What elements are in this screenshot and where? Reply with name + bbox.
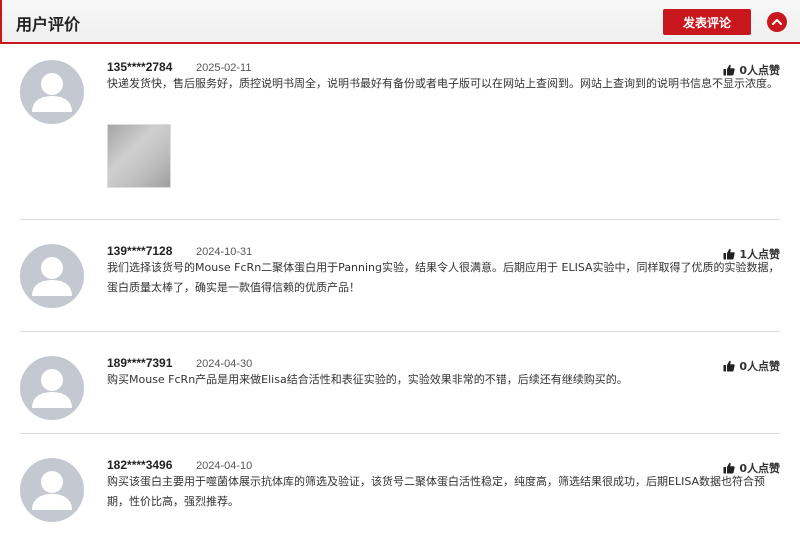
review-username: 182****3496 bbox=[107, 458, 173, 472]
review-username: 135****2784 bbox=[107, 60, 173, 74]
user-icon bbox=[32, 369, 72, 408]
page-title: 用户评价 bbox=[16, 15, 81, 34]
collapse-button[interactable] bbox=[767, 12, 787, 32]
review-date: 2024-10-31 bbox=[196, 246, 253, 258]
review-text: 购买Mouse FcRn产品是用来做Elisa结合活性和表征实验的，实验效果非常… bbox=[107, 373, 628, 386]
review-item: 139****7128 2024-10-31 1人点赞 我们选择该货号的Mous… bbox=[20, 234, 780, 332]
review-username: 189****7391 bbox=[107, 356, 173, 370]
review-item: 189****7391 2024-04-30 0人点赞 购买Mouse FcRn… bbox=[20, 346, 780, 434]
chevron-up-icon bbox=[772, 19, 782, 25]
user-avatar bbox=[20, 458, 84, 522]
review-username: 139****7128 bbox=[107, 244, 173, 258]
review-date: 2025-02-11 bbox=[196, 62, 252, 74]
user-avatar bbox=[20, 60, 84, 124]
user-icon bbox=[32, 73, 72, 112]
post-review-button[interactable]: 发表评论 bbox=[663, 9, 751, 35]
review-text: 购买该蛋白主要用于噬菌体展示抗体库的筛选及验证，该货号二聚体蛋白活性稳定，纯度高… bbox=[107, 475, 766, 508]
review-item: 135****2784 2025-02-11 0人点赞 快递发货快，售后服务好，… bbox=[20, 50, 780, 220]
user-avatar bbox=[20, 244, 84, 308]
user-icon bbox=[32, 471, 72, 510]
review-text: 我们选择该货号的Mouse FcRn二聚体蛋白用于Panning实验，结果令人很… bbox=[107, 261, 780, 294]
review-photo[interactable] bbox=[107, 124, 171, 188]
user-avatar bbox=[20, 356, 84, 420]
review-date: 2024-04-10 bbox=[196, 460, 253, 472]
review-date: 2024-04-30 bbox=[196, 358, 253, 370]
review-item: 182****3496 2024-04-10 0人点赞 购买该蛋白主要用于噬菌体… bbox=[20, 448, 780, 538]
reviews-header: 用户评价 发表评论 bbox=[0, 0, 800, 44]
review-text: 快递发货快，售后服务好，质控说明书周全，说明书最好有备份或者电子版可以在网站上查… bbox=[107, 77, 778, 90]
user-icon bbox=[32, 257, 72, 296]
